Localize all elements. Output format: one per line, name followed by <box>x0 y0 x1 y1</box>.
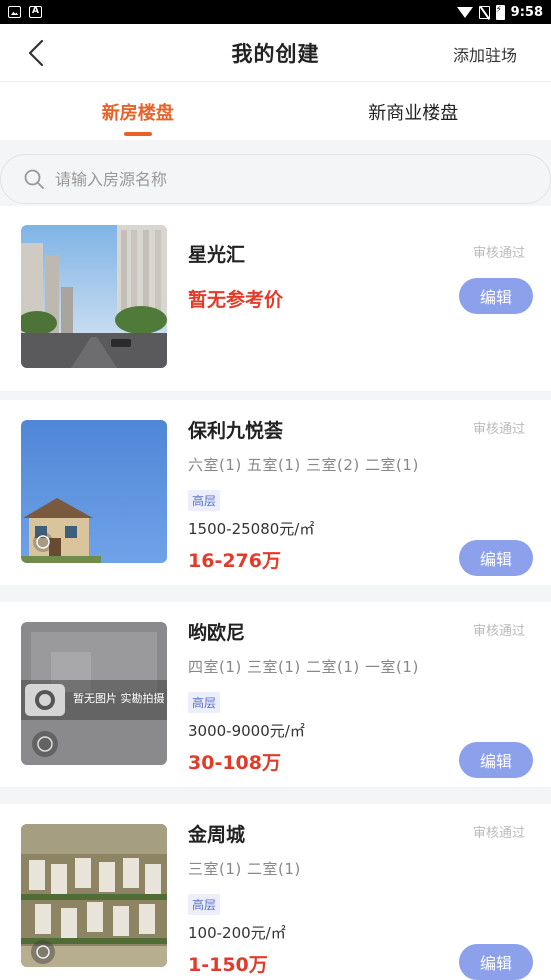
listing-card[interactable]: 星光汇 审核通过 暂无参考价 编辑 <box>0 206 551 391</box>
battery-icon <box>495 4 505 20</box>
building-type-tag: 高层 <box>188 490 221 511</box>
tab-new-commercial[interactable]: 新商业楼盘 <box>276 84 551 140</box>
tab-bar: 新房楼盘 新商业楼盘 <box>0 84 551 140</box>
listing-title: 星光汇 <box>188 244 246 266</box>
back-button[interactable] <box>24 39 50 67</box>
listing-title: 哟欧尼 <box>188 622 246 644</box>
review-status: 审核通过 <box>472 826 525 841</box>
header: 我的创建 添加驻场 <box>0 24 551 82</box>
lens-icon <box>33 532 53 552</box>
listing-price: 暂无参考价 <box>188 289 284 311</box>
review-status: 审核通过 <box>472 624 525 639</box>
status-time: 9:58 <box>510 4 543 20</box>
listing-thumbnail <box>21 420 167 563</box>
tab-new-commercial-label: 新商业楼盘 <box>368 103 459 124</box>
page-title: 我的创建 <box>231 41 320 66</box>
search-bar[interactable] <box>0 154 551 204</box>
unit-price: 1500-25080元/㎡ <box>188 520 315 538</box>
room-types: 四室(1) 三室(1) 二室(1) 一室(1) <box>188 658 419 676</box>
edit-button[interactable]: 编辑 <box>459 742 533 778</box>
search-input[interactable] <box>55 169 475 189</box>
add-resident-button[interactable]: 添加驻场 <box>453 42 517 66</box>
gallery-icon <box>8 6 21 18</box>
room-types: 三室(1) 二室(1) <box>188 860 301 878</box>
review-status: 审核通过 <box>472 246 525 261</box>
no-sim-icon <box>478 5 490 19</box>
content-area: 星光汇 审核通过 暂无参考价 编辑 <box>0 140 551 980</box>
search-icon <box>24 169 44 189</box>
wifi-icon <box>456 6 473 18</box>
tab-active-indicator <box>123 132 152 136</box>
building-type-tag: 高层 <box>188 692 221 713</box>
edit-button[interactable]: 编辑 <box>459 540 533 576</box>
total-price: 16-276万 <box>188 550 281 572</box>
unit-price: 3000-9000元/㎡ <box>188 722 305 740</box>
tab-new-homes[interactable]: 新房楼盘 <box>0 84 276 140</box>
no-image-text: 暂无图片 实勘拍摄中... <box>73 692 165 705</box>
listing-title: 保利九悦荟 <box>188 420 284 442</box>
review-status: 审核通过 <box>472 422 525 437</box>
camera-icon <box>25 684 65 716</box>
building-type-tag: 高层 <box>188 894 221 915</box>
listing-card[interactable]: 金周城 审核通过 三室(1) 二室(1) 高层 100-200元/㎡ 1-150… <box>0 804 551 980</box>
edit-button[interactable]: 编辑 <box>459 278 533 314</box>
lens-icon <box>31 940 55 964</box>
room-types: 六室(1) 五室(1) 三室(2) 二室(1) <box>188 456 419 474</box>
listing-list: 星光汇 审核通过 暂无参考价 编辑 保利九悦荟 审核通过 六室(1) 五室(1)… <box>0 206 551 980</box>
total-price: 1-150万 <box>188 954 268 976</box>
tab-new-homes-label: 新房楼盘 <box>101 103 174 124</box>
lens-icon <box>32 731 58 757</box>
listing-thumbnail: 暂无图片 实勘拍摄中... <box>21 622 167 765</box>
status-bar: A 9:58 <box>0 0 551 24</box>
edit-button[interactable]: 编辑 <box>459 944 533 980</box>
total-price: 30-108万 <box>188 752 281 774</box>
listing-thumbnail <box>21 225 167 368</box>
app-a-icon: A <box>29 6 42 18</box>
listing-thumbnail <box>21 824 167 967</box>
back-arrow-icon <box>28 39 44 67</box>
unit-price: 100-200元/㎡ <box>188 924 286 942</box>
listing-card[interactable]: 保利九悦荟 审核通过 六室(1) 五室(1) 三室(2) 二室(1) 高层 15… <box>0 400 551 585</box>
listing-title: 金周城 <box>188 824 246 846</box>
listing-card[interactable]: 暂无图片 实勘拍摄中... 哟欧尼 审核通过 四室(1) 三室(1) 二室(1)… <box>0 602 551 787</box>
